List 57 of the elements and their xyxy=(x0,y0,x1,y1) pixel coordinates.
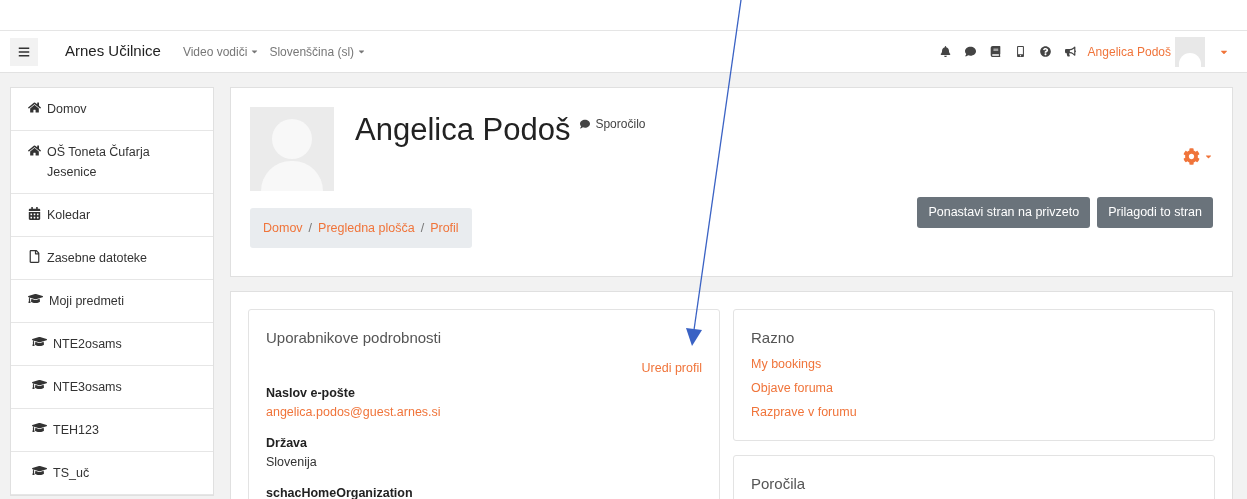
nav-dropdown[interactable]: Slovenščina (sl) xyxy=(269,42,367,61)
phone-icon[interactable] xyxy=(1014,46,1026,57)
sidebar-item[interactable]: Domov xyxy=(11,88,213,131)
caret-icon xyxy=(1204,152,1213,161)
misc-link[interactable]: My bookings xyxy=(751,352,1197,376)
field-label: schacHomeOrganization xyxy=(266,484,414,499)
home-icon xyxy=(28,144,41,157)
nav-dropdown[interactable]: Video vodiči xyxy=(182,42,260,61)
sidebar-item[interactable]: TEH123 xyxy=(11,409,213,452)
speech-bubble-icon xyxy=(580,119,591,129)
bell-icon[interactable] xyxy=(939,46,951,57)
graduation-cap-icon xyxy=(32,334,47,349)
page-action-button[interactable]: Ponastavi stran na privzeto xyxy=(917,197,1091,228)
page-action-button[interactable]: Prilagodi to stran xyxy=(1097,197,1213,228)
graduation-cap-icon xyxy=(32,420,47,435)
field-label: Država xyxy=(266,434,308,452)
section-title: Uporabnikove podrobnosti xyxy=(266,328,443,348)
breadcrumb-link[interactable]: Domov xyxy=(263,218,303,238)
breadcrumb-link[interactable]: Pregledna plošča xyxy=(318,218,415,238)
graduation-cap-icon xyxy=(32,463,47,478)
section-title: Poročila xyxy=(751,474,807,494)
sidebar-item[interactable]: OŠ Toneta Čufarja Jesenice xyxy=(11,131,213,194)
user-name[interactable]: Angelica Podoš xyxy=(1087,42,1171,61)
email-link[interactable]: angelica.podos@guest.arnes.si xyxy=(266,402,702,422)
caret-icon xyxy=(250,47,260,56)
sidebar-item[interactable]: TS_uč xyxy=(11,452,213,495)
sidebar-item[interactable]: Moji predmeti xyxy=(11,280,213,323)
sidebar-item[interactable]: Zasebne datoteke xyxy=(11,237,213,280)
book-icon[interactable] xyxy=(989,46,1001,57)
sidebar-item[interactable]: NTE2osams xyxy=(11,323,213,366)
breadcrumb-link[interactable]: Profil xyxy=(430,218,459,238)
sidebar-item[interactable]: NTE3osams xyxy=(11,366,213,409)
site-name[interactable]: Arnes Učilnice xyxy=(65,40,161,63)
section-title: Razno xyxy=(751,328,796,348)
misc-link[interactable]: Razprave v forumu xyxy=(751,400,1197,424)
help-icon[interactable] xyxy=(1039,46,1051,57)
file-icon xyxy=(28,250,41,263)
calendar-icon xyxy=(28,207,41,220)
sidebar-item[interactable]: Koledar xyxy=(11,194,213,237)
user-full-name: Angelica Podoš xyxy=(355,111,571,149)
menu-button[interactable] xyxy=(10,37,38,66)
graduation-cap-icon xyxy=(32,377,47,392)
edit-profile-link[interactable]: Uredi profil xyxy=(641,359,702,378)
speech-bubble-icon[interactable] xyxy=(964,46,976,57)
megaphone-icon[interactable] xyxy=(1064,46,1076,57)
settings-icon xyxy=(1183,148,1200,165)
breadcrumb-separator: / xyxy=(308,219,313,237)
settings-menu-button[interactable] xyxy=(1183,148,1213,165)
misc-link[interactable]: Objave foruma xyxy=(751,376,1197,400)
caret-icon xyxy=(357,47,367,56)
menu-icon xyxy=(18,45,30,58)
field-value: Slovenija xyxy=(266,453,318,471)
breadcrumb-separator: / xyxy=(420,219,425,237)
graduation-cap-icon xyxy=(28,291,43,306)
home-icon xyxy=(28,101,41,114)
message-link[interactable]: Sporočilo xyxy=(580,115,646,133)
field-label: Naslov e-pošte xyxy=(266,384,356,402)
